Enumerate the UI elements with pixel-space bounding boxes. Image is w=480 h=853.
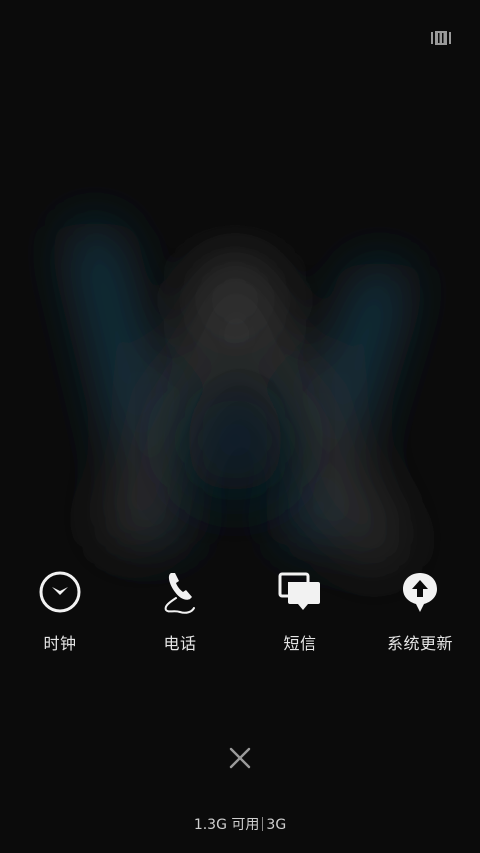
divider (262, 817, 264, 831)
system-update-icon (403, 573, 437, 612)
app-clock[interactable]: 时钟 (0, 568, 120, 668)
memory-status: 1.3G 可用 3G (0, 815, 480, 835)
network-type: 3G (266, 817, 287, 833)
close-icon[interactable] (226, 744, 254, 772)
phone-icon (164, 573, 195, 614)
app-label: 短信 (283, 634, 317, 653)
app-phone[interactable]: 电话 (120, 568, 240, 668)
app-label: 系统更新 (386, 634, 453, 653)
recent-apps-row: 时钟 电话 短信 系统更新 (0, 568, 480, 668)
wallpaper-blur (67, 222, 408, 570)
app-system-update[interactable]: 系统更新 (360, 568, 480, 668)
memory-available: 1.3G 可用 (193, 817, 260, 833)
cards-icon[interactable] (431, 31, 451, 45)
app-label: 时钟 (43, 634, 77, 653)
clock-icon (39, 571, 81, 613)
app-label: 电话 (163, 634, 197, 653)
recent-apps-screen: 时钟 电话 短信 系统更新 1.3G 可用 3G (0, 0, 480, 853)
app-messages[interactable]: 短信 (240, 568, 360, 668)
message-icon (278, 572, 320, 610)
